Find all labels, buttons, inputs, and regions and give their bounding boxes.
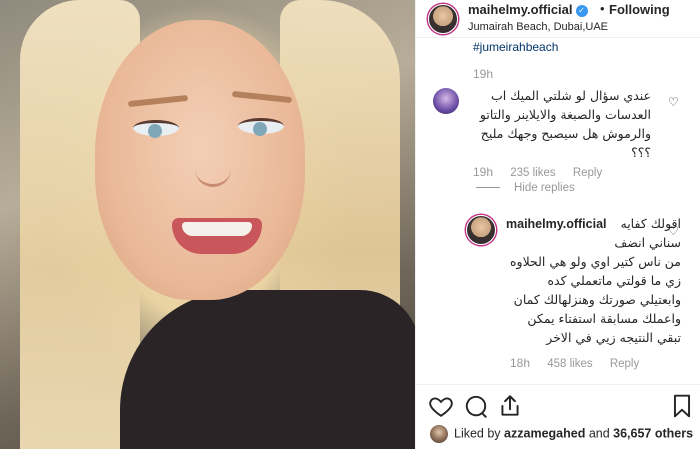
comment-reply-button[interactable]: Reply <box>573 167 602 179</box>
reply-author-avatar[interactable] <box>466 215 496 245</box>
hide-replies-line <box>476 187 500 189</box>
heart-icon[interactable] <box>428 393 454 419</box>
author-username-text[interactable]: maihelmy.official <box>468 2 573 17</box>
commenter-avatar[interactable] <box>433 88 459 114</box>
post-side-panel: maihelmy.official ✓ • Following Jumairah … <box>415 0 700 449</box>
hide-replies-label[interactable]: Hide replies <box>514 182 575 194</box>
liker-username[interactable]: azzamegahed <box>504 426 585 440</box>
reply-reply-button[interactable]: Reply <box>610 358 639 370</box>
reply-time[interactable]: 18h <box>510 356 530 370</box>
comment-text: عندي سؤال لو شلتي الميك اب العدسات والصب… <box>479 88 651 160</box>
verified-badge-icon: ✓ <box>575 4 588 17</box>
likes-count[interactable]: 36,657 others <box>613 426 693 440</box>
comment-time[interactable]: 19h <box>473 165 493 179</box>
likes-summary: Liked by azzamegahed and 36,657 others <box>430 425 693 443</box>
reply-body: اقولك كفايه سناني انضف من ناس كتير اوي و… <box>510 216 681 345</box>
post-actions: Liked by azzamegahed and 36,657 others <box>416 384 700 449</box>
post-time[interactable]: 19h <box>473 67 493 81</box>
photo-shirt <box>120 290 415 449</box>
header-separator: • <box>600 1 605 16</box>
bookmark-icon[interactable] <box>669 393 695 419</box>
reply-username[interactable]: maihelmy.official <box>506 215 607 234</box>
post-header: maihelmy.official ✓ • Following Jumairah … <box>416 0 700 38</box>
hide-replies-button[interactable]: Hide replies <box>476 182 575 194</box>
following-button[interactable]: Following <box>609 2 670 17</box>
post-photo[interactable] <box>0 0 415 449</box>
comment-likes[interactable]: 235 likes <box>510 167 555 179</box>
author-avatar[interactable] <box>428 4 458 34</box>
photo-eye-right <box>238 118 284 136</box>
comment-meta: 19h 235 likes Reply <box>473 165 616 179</box>
share-icon[interactable] <box>497 393 523 419</box>
photo-eye-left <box>133 120 179 138</box>
liker-avatar[interactable] <box>430 425 448 443</box>
reply-likes[interactable]: 458 likes <box>547 358 592 370</box>
reply-text: maihelmy.official اقولك كفايه سناني انضف… <box>506 214 681 347</box>
comments-list[interactable]: #jumeirahbeach 19h عندي سؤال لو شلتي الم… <box>416 38 700 384</box>
reply-like-heart-icon[interactable]: ♡ <box>668 224 679 238</box>
likes-prefix: Liked by <box>454 426 501 441</box>
photo-smile <box>172 218 262 254</box>
photo-face <box>95 20 305 300</box>
likes-conjunction: and <box>588 426 610 441</box>
post-hashtag[interactable]: #jumeirahbeach <box>473 40 558 54</box>
reply-meta: 18h 458 likes Reply <box>510 356 653 370</box>
post-location[interactable]: Jumairah Beach, Dubai,UAE <box>468 21 608 33</box>
comment-like-heart-icon[interactable]: ♡ <box>668 95 679 109</box>
comment-icon[interactable] <box>463 393 489 419</box>
author-username[interactable]: maihelmy.official ✓ <box>468 2 588 17</box>
